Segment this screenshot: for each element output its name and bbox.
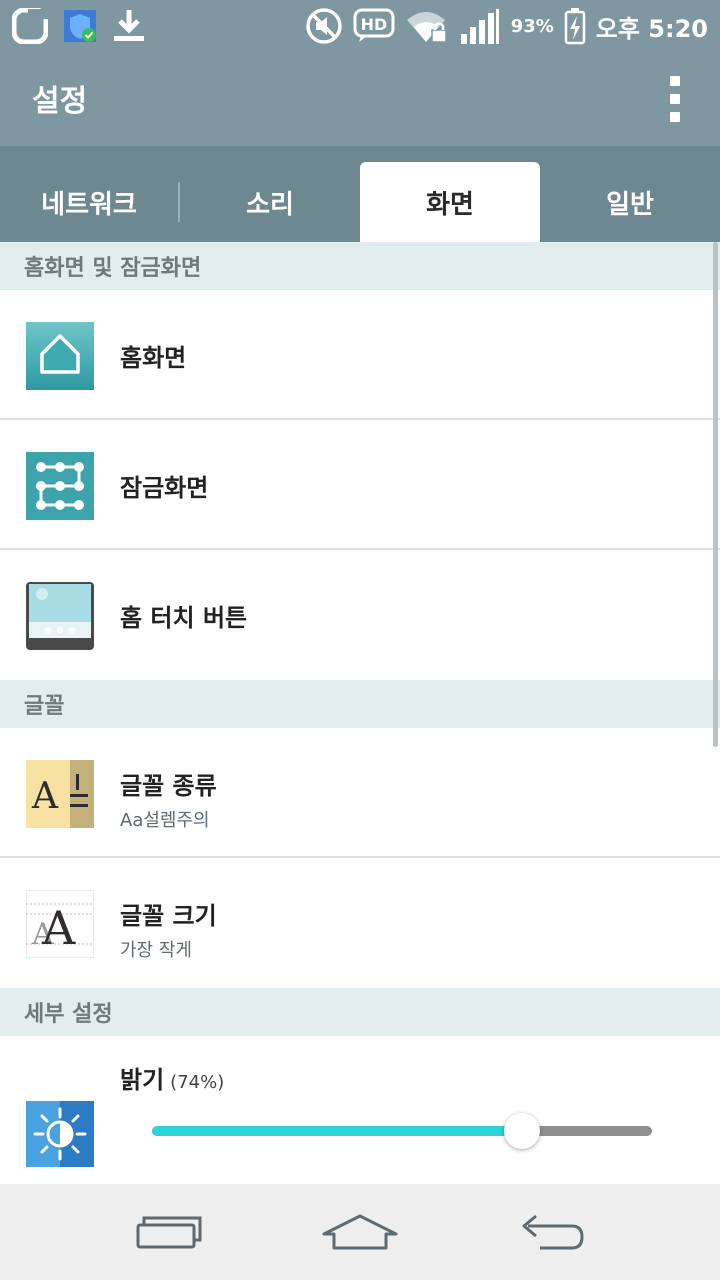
lock-screen-icon [26,452,94,520]
svg-text:A: A [41,901,76,955]
svg-text:HD: HD [360,15,387,34]
wifi-lock-icon [406,12,447,43]
list-item-home-screen[interactable]: 홈화면 [0,290,720,420]
brightness-label: 밝기 [120,1066,165,1094]
svg-text:A: A [31,776,59,817]
brightness-title: 밝기 (74%) [120,1060,224,1095]
tab-sound[interactable]: 소리 [180,162,360,242]
tab-network[interactable]: 네트워크 [0,162,178,242]
section-header-home-lock: 홈화면 및 잠금화면 [0,242,720,290]
back-button[interactable] [505,1202,595,1262]
section-header-detail: 세부 설정 [0,988,720,1036]
font-size-label: 글꼴 크기 [120,902,217,930]
recent-apps-icon [136,1216,202,1249]
tab-bar: 네트워크 소리 화면 일반 [0,146,720,242]
home-icon [322,1214,398,1250]
brightness-slider-thumb[interactable] [504,1113,540,1149]
list-item-home-touch-buttons[interactable]: 홈 터치 버튼 [0,550,720,680]
settings-list[interactable]: 홈화면 및 잠금화면 홈화면 잠금화면 홈 터치 버튼 글꼴 A 글꼴 종류 A… [0,242,720,1184]
recent-apps-button[interactable] [125,1202,215,1262]
font-type-icon: A [26,760,94,828]
shield-check-icon [64,10,96,42]
home-screen-label: 홈화면 [120,344,187,372]
home-touch-buttons-icon [26,582,94,650]
signal-icon [460,9,499,44]
page-title: 설정 [32,84,88,119]
g-logo-icon [12,8,48,44]
lock-screen-label: 잠금화면 [120,474,209,502]
back-icon [522,1214,584,1250]
battery-percent: 93% [510,15,554,37]
font-type-value: Aa설렘주의 [120,810,210,831]
navigation-bar [0,1184,720,1280]
hd-voice-icon: HD [353,8,395,42]
home-button[interactable] [315,1202,405,1262]
battery-charging-icon [564,8,586,45]
section-header-font: 글꼴 [0,680,720,728]
list-item-font-size[interactable]: A A 글꼴 크기 가장 작게 [0,858,720,988]
clock: 오후 5:20 [595,14,708,43]
list-item-lock-screen[interactable]: 잠금화면 [0,420,720,550]
font-size-value: 가장 작게 [120,940,192,961]
font-size-icon: A A [26,890,94,958]
tab-general[interactable]: 일반 [540,162,720,242]
status-bar: HD 93% 오후 5:20 [0,0,720,52]
brightness-slider-fill [152,1126,522,1136]
tab-display[interactable]: 화면 [360,162,540,242]
brightness-percent: (74%) [170,1072,225,1093]
list-item-font-type[interactable]: A 글꼴 종류 Aa설렘주의 [0,728,720,858]
overflow-menu-icon[interactable] [668,76,682,122]
brightness-icon [26,1101,94,1167]
scrollbar[interactable] [713,242,718,747]
brightness-slider[interactable] [152,1113,652,1149]
font-type-label: 글꼴 종류 [120,772,217,800]
action-bar: 설정 [0,52,720,146]
mute-icon [305,8,342,44]
home-touch-buttons-label: 홈 터치 버튼 [120,604,248,632]
list-item-brightness: 밝기 (74%) [0,1036,720,1184]
download-icon [114,10,144,41]
home-screen-icon [26,322,94,390]
